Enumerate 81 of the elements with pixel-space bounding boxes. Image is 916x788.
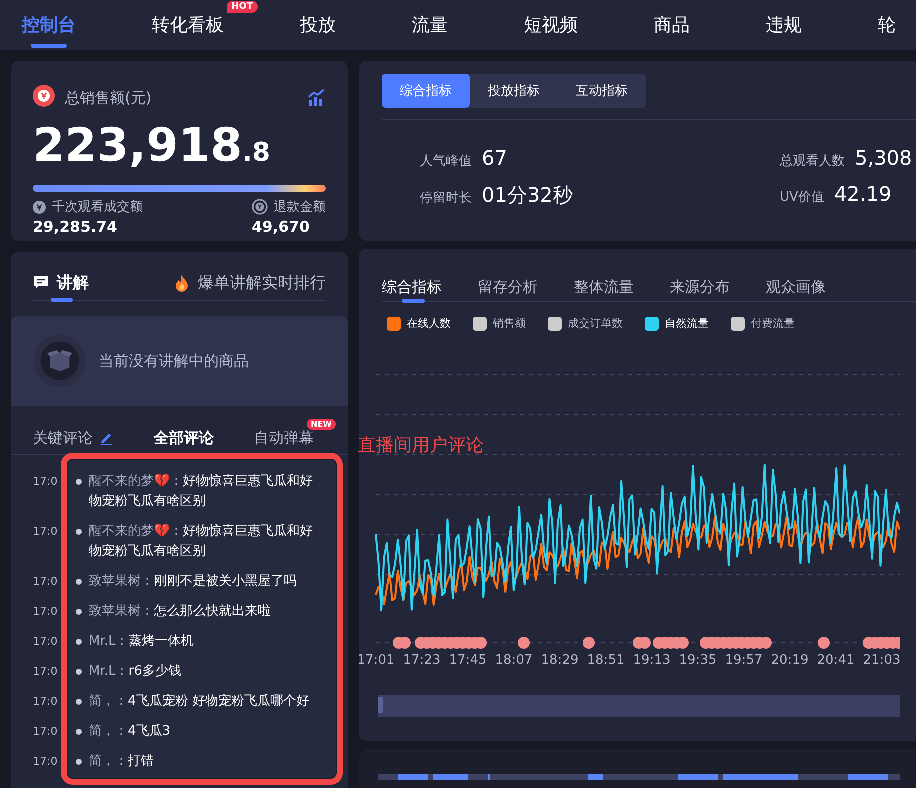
- metric-value: 49,670: [252, 218, 310, 236]
- stat-value: 5,308: [855, 146, 912, 170]
- comment-tab[interactable]: 自动弹幕: [254, 428, 314, 448]
- comment-time: 17:0: [33, 724, 59, 740]
- legend-item[interactable]: 销售额: [473, 316, 526, 331]
- trend-chart-icon[interactable]: [308, 89, 326, 107]
- trend-tab[interactable]: 整体流量: [574, 273, 634, 301]
- metric-label: 退款金额: [274, 199, 326, 216]
- comment-tab[interactable]: 全部评论: [154, 428, 214, 448]
- axis-label: 18:29: [541, 653, 579, 668]
- new-badge: NEW: [307, 418, 336, 430]
- axis-label: 20:19: [771, 653, 809, 668]
- nav-tab[interactable]: 投放: [300, 0, 336, 50]
- hot-badge: HOT: [226, 1, 258, 13]
- legend-item[interactable]: 付费流量: [731, 316, 795, 331]
- trend-tab[interactable]: 留存分析: [478, 273, 538, 301]
- nav-tab[interactable]: 轮: [878, 0, 896, 50]
- axis-label: 20:41: [817, 653, 855, 668]
- stat-value: 01分32秒: [482, 182, 573, 209]
- legend-item[interactable]: 在线人数: [387, 316, 451, 331]
- axis-label: 19:13: [633, 653, 671, 668]
- comment-text: Mr.L：蒸烤一体机: [89, 633, 195, 651]
- comment-text: 简，：4飞瓜3: [89, 723, 172, 741]
- nav-tab[interactable]: 转化看板: [152, 0, 224, 50]
- yen-icon: [33, 200, 46, 214]
- refund-icon: [252, 199, 268, 215]
- sales-title: 总销售额(元): [65, 88, 153, 108]
- trend-tab[interactable]: 综合指标: [382, 273, 442, 301]
- axis-label: 18:07: [495, 653, 533, 668]
- comment-time: 17:0: [33, 694, 59, 710]
- comment-time: 17:0: [33, 604, 59, 620]
- comment-text: 简，：4飞瓜宠粉 好物宠粉飞瓜哪个好: [89, 693, 310, 711]
- comment-time: 17:0: [33, 574, 59, 590]
- stat-label: UV价值: [780, 189, 824, 206]
- nav-tab[interactable]: 短视频: [524, 0, 578, 50]
- comment-text: 致苹果树：怎么那么快就出来啦: [89, 603, 272, 621]
- metric-label: 千次观看成交额: [52, 199, 143, 216]
- stat-label: 人气峰值: [420, 153, 472, 170]
- chat-icon: [33, 275, 49, 291]
- nav-tab[interactable]: 控制台: [22, 0, 76, 50]
- stat-label: 停留时长: [420, 190, 472, 207]
- comment-text: 醒不来的梦💔：好物惊喜巨惠飞瓜和好物宠粉飞瓜有啥区别: [89, 473, 314, 511]
- stat-value: 42.19: [834, 182, 892, 206]
- axis-label: 19:57: [725, 653, 763, 668]
- nav-tab[interactable]: 流量: [412, 0, 448, 50]
- axis-label: 18:51: [587, 653, 625, 668]
- metric-tab[interactable]: 投放指标: [470, 74, 558, 108]
- empty-state-text: 当前没有讲解中的商品: [99, 352, 249, 370]
- stat-label: 总观看人数: [780, 153, 845, 170]
- axis-label: 17:01: [359, 653, 395, 668]
- comment-time: 17:0: [33, 754, 59, 770]
- comment-time: 17:0: [33, 664, 59, 680]
- comment-time: 17:0: [33, 474, 59, 490]
- explain-tab[interactable]: 讲解: [33, 266, 89, 300]
- nav-tab[interactable]: 违规: [766, 0, 802, 50]
- axis-label: 17:23: [403, 653, 441, 668]
- trend-tab[interactable]: 来源分布: [670, 273, 730, 301]
- range-slider[interactable]: [378, 695, 900, 717]
- fire-icon: [174, 274, 190, 292]
- comment-text: 简，：打错: [89, 753, 155, 771]
- nav-tab[interactable]: 商品: [654, 0, 690, 50]
- comment-text: Mr.L：r6多少钱: [89, 663, 182, 681]
- stat-value: 67: [482, 146, 508, 170]
- annotation-label: 直播间用户评论: [358, 434, 484, 457]
- legend-item[interactable]: 成交订单数: [548, 316, 623, 331]
- total-sales-value: 223,918.8: [33, 117, 272, 174]
- comment-tab[interactable]: 关键评论: [33, 428, 114, 448]
- axis-label: 21:03: [863, 653, 900, 668]
- empty-box-icon: [33, 334, 87, 388]
- comment-text: 醒不来的梦💔：好物惊喜巨惠飞瓜和好物宠粉飞瓜有啥区别: [89, 523, 314, 561]
- legend-item[interactable]: 自然流量: [645, 316, 709, 331]
- trend-tab[interactable]: 观众画像: [766, 273, 826, 301]
- comment-time: 17:0: [33, 634, 59, 650]
- comment-text: 致苹果树：刚刚不是被关小黑屋了吗: [89, 573, 298, 591]
- metric-value: 29,285.74: [33, 218, 118, 236]
- axis-label: 19:35: [679, 653, 717, 668]
- metric-tab[interactable]: 互动指标: [558, 74, 646, 108]
- explain-tab[interactable]: 爆单讲解实时排行: [174, 266, 326, 300]
- metric-tab[interactable]: 综合指标: [382, 74, 470, 108]
- axis-label: 17:45: [449, 653, 487, 668]
- comment-time: 17:0: [33, 524, 59, 540]
